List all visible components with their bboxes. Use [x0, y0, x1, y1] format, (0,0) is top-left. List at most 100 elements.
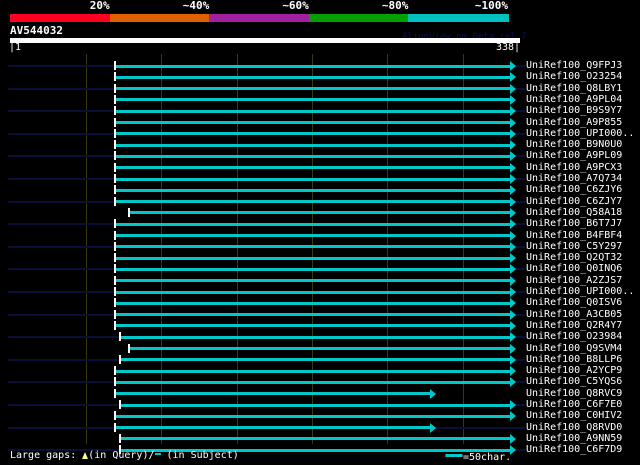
- hit-bar[interactable]: [115, 154, 510, 158]
- hit-bar[interactable]: [115, 200, 510, 204]
- hit-label[interactable]: UniRef100_Q9FPJ3: [526, 60, 622, 71]
- hit-start-marker: [118, 354, 121, 364]
- scale-legend: =50char.: [445, 452, 511, 463]
- arrow-right-icon: [510, 264, 516, 275]
- hit-bar[interactable]: [115, 177, 510, 181]
- hit-bar[interactable]: [115, 166, 510, 170]
- hit-label[interactable]: UniRef100_B4FBF4: [526, 230, 622, 241]
- hit-bar[interactable]: [128, 211, 510, 215]
- hit-label[interactable]: UniRef100_Q2QT32: [526, 252, 622, 263]
- hit-label[interactable]: UniRef100_B6T7J7: [526, 218, 622, 229]
- hit-start-marker: [114, 162, 117, 172]
- hit-label[interactable]: UniRef100_UPI000..: [526, 128, 634, 139]
- hit-label[interactable]: UniRef100_A9PCX3: [526, 162, 622, 173]
- hit-label[interactable]: UniRef100_UPI000..: [526, 286, 634, 297]
- hit-start-marker: [114, 377, 117, 387]
- arrow-right-icon: [510, 366, 516, 377]
- hit-bar[interactable]: [115, 64, 510, 68]
- hit-label[interactable]: UniRef100_O23984: [526, 331, 622, 342]
- hit-bar[interactable]: [119, 403, 510, 407]
- hit-label[interactable]: UniRef100_C6ZJY7: [526, 196, 622, 207]
- hit-bar[interactable]: [115, 392, 430, 396]
- hit-bar[interactable]: [115, 324, 510, 328]
- hit-label[interactable]: UniRef100_Q8RVC9: [526, 388, 622, 399]
- arrow-right-icon: [510, 128, 516, 139]
- hit-label[interactable]: UniRef100_A9PL09: [526, 150, 622, 161]
- hit-bar[interactable]: [115, 75, 510, 79]
- hit-bar[interactable]: [115, 109, 510, 113]
- hit-label[interactable]: UniRef100_A9PL04: [526, 94, 622, 105]
- hit-bar[interactable]: [115, 313, 510, 317]
- arrow-right-icon: [510, 241, 516, 252]
- hit-bar[interactable]: [115, 426, 430, 430]
- hit-label[interactable]: UniRef100_A2YCP9: [526, 365, 622, 376]
- hit-label[interactable]: UniRef100_B8LLP6: [526, 354, 622, 365]
- arrow-right-icon: [510, 320, 516, 331]
- hit-bar[interactable]: [115, 256, 510, 260]
- gaps-label: Large gaps:: [10, 450, 77, 461]
- hit-label[interactable]: UniRef100_A9P855: [526, 117, 622, 128]
- hit-bar[interactable]: [115, 369, 510, 373]
- hit-bar[interactable]: [115, 121, 510, 124]
- hit-start-marker: [114, 185, 117, 195]
- hit-label[interactable]: UniRef100_O23254: [526, 71, 622, 82]
- hit-bar[interactable]: [115, 290, 510, 294]
- hit-start-marker: [114, 106, 117, 116]
- arrow-right-icon: [510, 343, 516, 354]
- hit-label[interactable]: UniRef100_A2ZJS7: [526, 275, 622, 286]
- hit-bar[interactable]: [115, 267, 510, 271]
- hit-bar[interactable]: [115, 234, 510, 237]
- hit-bar[interactable]: [115, 245, 510, 249]
- hit-label[interactable]: UniRef100_Q9SVM4: [526, 343, 622, 354]
- hit-label[interactable]: UniRef100_C5YQS6: [526, 376, 622, 387]
- hit-bar[interactable]: [115, 380, 510, 384]
- hit-bar[interactable]: [115, 98, 510, 102]
- hit-label[interactable]: UniRef100_C6F7D9: [526, 444, 622, 455]
- hit-bar[interactable]: [115, 132, 510, 136]
- arrow-right-icon: [510, 207, 516, 218]
- hit-start-marker: [114, 298, 117, 308]
- hit-label[interactable]: UniRef100_C6ZJY6: [526, 184, 622, 195]
- hit-start-marker: [118, 332, 121, 342]
- hit-bar[interactable]: [119, 335, 510, 339]
- hit-label[interactable]: UniRef100_Q0INQ6: [526, 263, 622, 274]
- hit-label[interactable]: UniRef100_C6F7E0: [526, 399, 622, 410]
- hit-label[interactable]: UniRef100_Q8RVD0: [526, 422, 622, 433]
- hit-label[interactable]: UniRef100_Q2R4Y7: [526, 320, 622, 331]
- hit-label[interactable]: UniRef100_A9NN59: [526, 433, 622, 444]
- in-query-label: (in Query)/: [88, 450, 155, 461]
- hit-label[interactable]: UniRef100_Q0ISV6: [526, 297, 622, 308]
- hit-label[interactable]: UniRef100_B9N0U0: [526, 139, 622, 150]
- legend-label: ~60%: [282, 0, 309, 12]
- hit-start-marker: [114, 83, 117, 93]
- arrow-right-icon: [510, 377, 516, 388]
- hit-start-marker: [114, 287, 117, 296]
- hit-bar[interactable]: [115, 414, 510, 418]
- hit-start-marker: [114, 411, 117, 421]
- arrow-right-icon: [510, 106, 516, 117]
- hit-bar[interactable]: [115, 279, 510, 283]
- hit-label[interactable]: UniRef100_A7Q734: [526, 173, 622, 184]
- hit-start-marker: [114, 94, 117, 104]
- legend-segment: [209, 14, 310, 22]
- hit-bar[interactable]: [115, 87, 510, 91]
- hit-label[interactable]: UniRef100_A3CB05: [526, 309, 622, 320]
- hit-label[interactable]: UniRef100_Q58A18: [526, 207, 622, 218]
- hit-bar[interactable]: [128, 347, 510, 350]
- hit-label[interactable]: UniRef100_B9S9Y7: [526, 105, 622, 116]
- hit-bar[interactable]: [115, 143, 510, 147]
- legend-segment: [308, 14, 410, 22]
- hit-bar[interactable]: [115, 301, 510, 305]
- hit-bar[interactable]: [119, 358, 510, 362]
- hit-start-marker: [114, 117, 117, 127]
- hit-bar[interactable]: [115, 188, 510, 192]
- hit-bar[interactable]: [115, 222, 510, 226]
- hit-label[interactable]: UniRef100_Q8LBY1: [526, 83, 622, 94]
- hit-label[interactable]: UniRef100_C0HIV2: [526, 410, 622, 421]
- hit-label[interactable]: UniRef100_C5Y297: [526, 241, 622, 252]
- arrow-right-icon: [510, 253, 516, 264]
- arrow-right-icon: [510, 230, 516, 241]
- arrow-right-icon: [510, 287, 516, 297]
- arrow-right-icon: [510, 298, 516, 309]
- hit-bar[interactable]: [119, 437, 510, 441]
